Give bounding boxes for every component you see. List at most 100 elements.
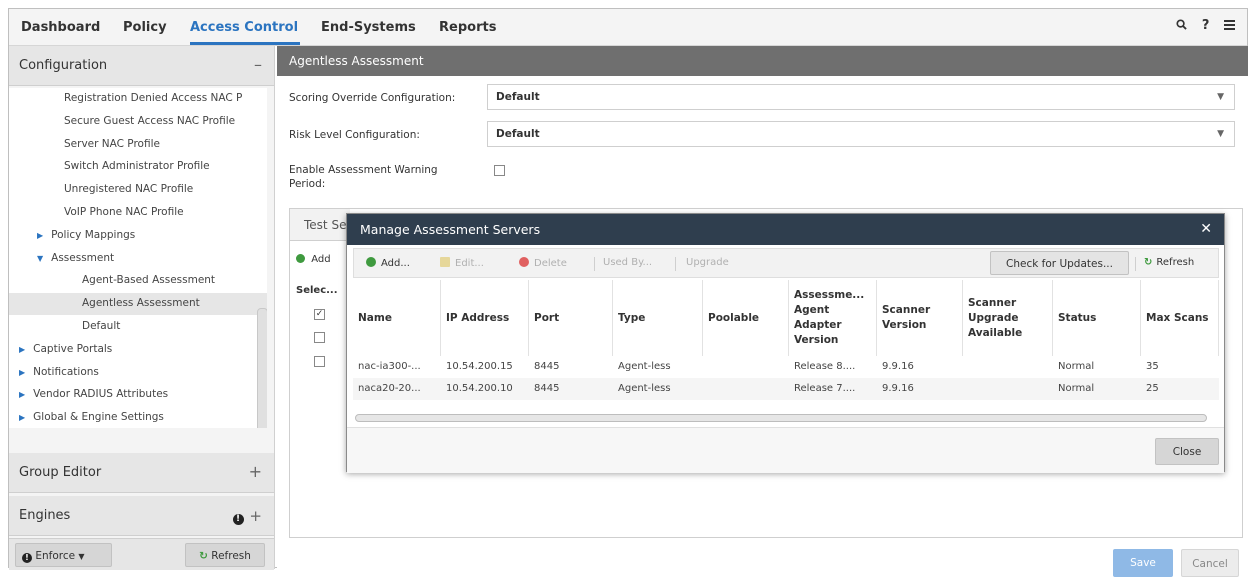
sidebar-item-agentless-assessment[interactable]: Agentless Assessment <box>82 297 200 309</box>
engines-header[interactable]: Engines ! + <box>9 496 274 536</box>
close-button[interactable]: Close <box>1155 438 1219 465</box>
column-header[interactable]: Type <box>613 280 703 356</box>
toolbar-separator <box>1135 257 1136 271</box>
column-header[interactable]: IP Address <box>441 280 529 356</box>
search-icon[interactable] <box>1176 18 1192 33</box>
sidebar-item-server-nac-profile[interactable]: Server NAC Profile <box>64 138 160 150</box>
upgrade-button[interactable]: Upgrade <box>686 257 729 268</box>
edit-label: Edit... <box>455 258 484 269</box>
dialog-refresh-button[interactable]: ↻ Refresh <box>1144 257 1194 268</box>
collapse-icon[interactable]: – <box>254 55 262 74</box>
column-header[interactable]: Assessme... Agent Adapter Version <box>789 280 877 356</box>
help-icon[interactable]: ? <box>1202 18 1210 33</box>
configuration-header[interactable]: Configuration – <box>9 46 274 86</box>
table-row[interactable]: naca20-20... 10.54.200.10 8445 Agent-less Re… <box>353 378 1219 400</box>
column-header[interactable]: Max Scans <box>1141 280 1219 356</box>
sidebar-item-label: Switch Administrator Profile <box>64 160 210 173</box>
caret-right-icon[interactable]: ▶ <box>19 368 25 377</box>
close-icon[interactable]: ✕ <box>1200 214 1212 245</box>
sidebar-item-notifications[interactable]: ▶ Notifications <box>19 366 99 378</box>
sidebar-refresh-button[interactable]: ↻ Refresh <box>185 543 265 567</box>
menu-icon[interactable] <box>1224 18 1235 33</box>
check-for-updates-button[interactable]: Check for Updates... <box>990 251 1129 275</box>
panel-add-label: Add <box>311 254 331 265</box>
nav-access-control[interactable]: Access Control <box>190 20 298 35</box>
table-horizontal-scrollbar[interactable] <box>355 414 1207 422</box>
delete-button[interactable]: Delete <box>519 257 567 269</box>
save-button[interactable]: Save <box>1113 549 1173 577</box>
table-cell: 35 <box>1146 361 1159 372</box>
tree-vertical-scrollbar[interactable] <box>257 308 267 428</box>
sidebar-item-global-engine-settings[interactable]: ▶ Global & Engine Settings <box>19 411 164 423</box>
row-checkbox[interactable] <box>314 332 325 343</box>
column-header[interactable]: Poolable <box>703 280 789 356</box>
add-button[interactable]: Add... <box>366 257 410 269</box>
add-icon[interactable]: + <box>249 507 262 525</box>
sidebar-item-registration-denied-access-nac-p[interactable]: Registration Denied Access NAC P <box>64 92 242 104</box>
row-checkbox-checked[interactable]: ✓ <box>314 309 325 320</box>
risk-level-select[interactable]: Default ▼ <box>487 121 1235 147</box>
caret-right-icon[interactable]: ▶ <box>37 231 43 240</box>
select-column-header: Selec... <box>296 285 338 296</box>
nav-policy[interactable]: Policy <box>123 20 167 35</box>
nav-end-systems[interactable]: End-Systems <box>321 20 416 35</box>
sidebar: Configuration – Registration Denied Acce… <box>9 46 275 570</box>
caret-right-icon[interactable]: ▶ <box>19 345 25 354</box>
sidebar-item-vendor-radius-attributes[interactable]: ▶ Vendor RADIUS Attributes <box>19 388 168 400</box>
toolbar-separator <box>594 257 595 271</box>
warning-period-checkbox[interactable] <box>494 165 505 176</box>
sidebar-item-switch-administrator-profile[interactable]: Switch Administrator Profile <box>64 160 210 172</box>
page-title: Agentless Assessment <box>277 46 1248 76</box>
delete-label: Delete <box>534 258 567 269</box>
refresh-label: Refresh <box>211 550 251 562</box>
table-cell: 25 <box>1146 383 1159 394</box>
sidebar-bottom-bar: ! Enforce ▼ ↻ Refresh <box>9 538 274 570</box>
sidebar-item-agent-based-assessment[interactable]: Agent-Based Assessment <box>82 274 215 286</box>
table-row[interactable]: nac-ia300-... 10.54.200.15 8445 Agent-less R… <box>353 356 1219 378</box>
refresh-icon: ↻ <box>1144 257 1153 268</box>
risk-level-label: Risk Level Configuration: <box>289 129 420 141</box>
caret-right-icon[interactable]: ▶ <box>19 413 25 422</box>
column-header[interactable]: Port <box>529 280 613 356</box>
caret-right-icon[interactable]: ▶ <box>19 390 25 399</box>
info-icon[interactable]: ! <box>232 514 244 525</box>
add-label: Add... <box>381 258 410 269</box>
chevron-down-icon: ▼ <box>1217 92 1224 102</box>
sidebar-item-label: Default <box>82 320 121 332</box>
cancel-button[interactable]: Cancel <box>1181 549 1239 577</box>
group-editor-header[interactable]: Group Editor + <box>9 453 274 493</box>
used-by-button[interactable]: Used By... <box>603 257 652 268</box>
edit-button[interactable]: Edit... <box>440 257 484 269</box>
table-cell: Normal <box>1058 383 1095 394</box>
sidebar-item-unregistered-nac-profile[interactable]: Unregistered NAC Profile <box>64 183 193 195</box>
add-circle-icon <box>296 254 305 263</box>
nav-reports[interactable]: Reports <box>439 20 496 35</box>
nav-dashboard[interactable]: Dashboard <box>21 20 100 35</box>
column-header[interactable]: Scanner Upgrade Available <box>963 280 1053 356</box>
sidebar-item-label: Registration Denied Access NAC P <box>64 92 243 104</box>
tab-test-servers[interactable]: Test Se <box>290 209 350 241</box>
warning-period-label: Enable Assessment Warning Period: <box>289 163 438 191</box>
sidebar-item-captive-portals[interactable]: ▶ Captive Portals <box>19 343 112 355</box>
sidebar-item-policy-mappings[interactable]: ▶ Policy Mappings <box>37 229 135 241</box>
sidebar-item-default[interactable]: Default <box>82 320 120 332</box>
sidebar-item-secure-guest-access-nac-profile[interactable]: Secure Guest Access NAC Profile <box>64 115 235 127</box>
refresh-label: Refresh <box>1156 257 1195 268</box>
add-icon[interactable]: + <box>249 462 262 481</box>
sidebar-item-voip-phone-nac-profile[interactable]: VoIP Phone NAC Profile <box>64 206 184 218</box>
column-header[interactable]: Status <box>1053 280 1141 356</box>
column-header[interactable]: Name <box>353 280 441 356</box>
enforce-label: Enforce <box>35 550 76 562</box>
manage-assessment-servers-dialog: Manage Assessment Servers ✕ Add... Edit.… <box>346 213 1225 473</box>
row-checkbox[interactable] <box>314 356 325 367</box>
column-header[interactable]: Scanner Version <box>877 280 963 356</box>
scoring-override-select[interactable]: Default ▼ <box>487 84 1235 110</box>
dialog-footer: Close <box>347 427 1224 473</box>
dialog-toolbar: Add... Edit... Delete Used By... Upgrade… <box>353 248 1219 278</box>
top-nav: Dashboard Policy Access Control End-Syst… <box>9 9 1247 46</box>
enforce-button[interactable]: ! Enforce ▼ <box>15 543 112 567</box>
sidebar-item-assessment[interactable]: ▼ Assessment <box>37 252 114 264</box>
dialog-title: Manage Assessment Servers <box>360 222 541 237</box>
caret-down-icon[interactable]: ▼ <box>37 254 43 263</box>
panel-add-button[interactable]: Add <box>296 254 331 265</box>
